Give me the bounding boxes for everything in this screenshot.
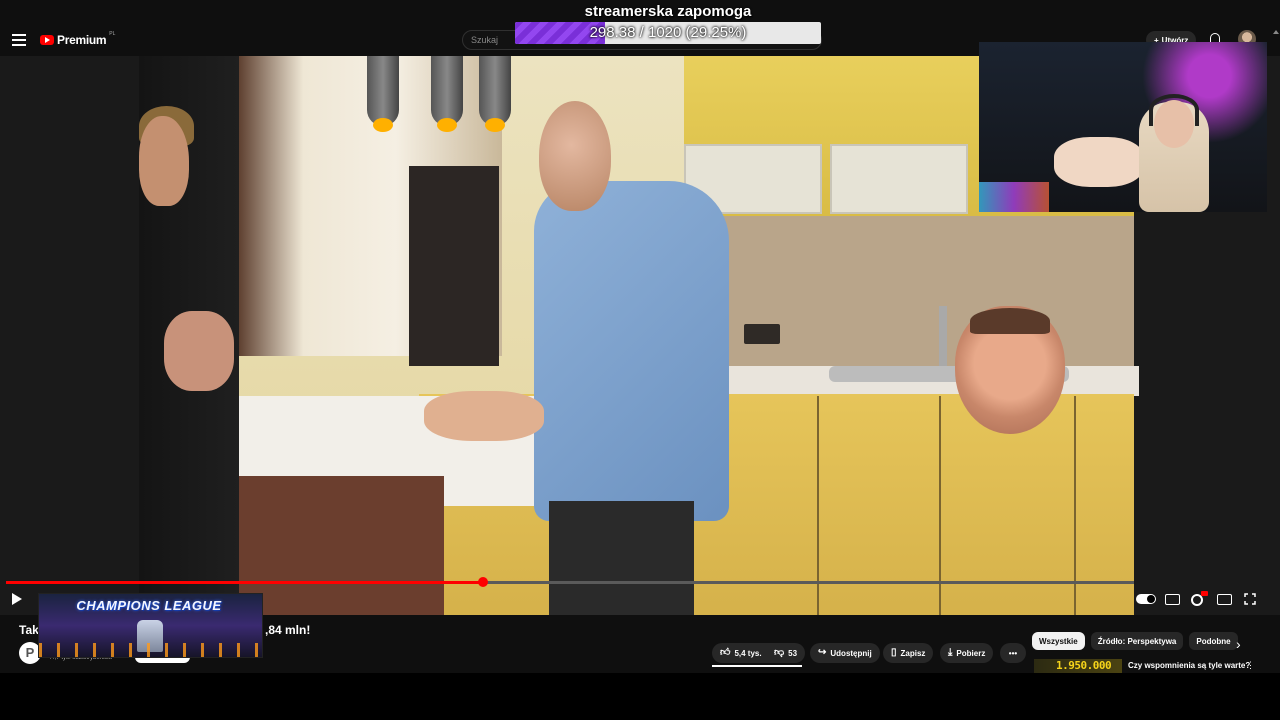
scene-person-head — [539, 101, 611, 211]
scene-lamp — [431, 56, 463, 132]
miniplayer-icon[interactable] — [1217, 594, 1232, 605]
bookmark-icon: ▯ — [891, 647, 897, 658]
recommendation-filter-chips: Wszystkie Źródło: Perspektywa Podobne — [1032, 632, 1238, 650]
scene-person-hands — [424, 391, 544, 441]
donation-progress-bar: 298.38 / 1020 (29.25%) — [515, 22, 821, 44]
scene-person-shirt — [534, 181, 729, 521]
scene-backsplash — [684, 216, 1134, 386]
scene-glass-door — [830, 144, 968, 214]
recommended-video-title[interactable]: Czy wspomnienia są tyle warte? — [1128, 661, 1250, 670]
chip-source[interactable]: Źródło: Perspektywa — [1090, 632, 1184, 650]
dislike-count: 53 — [788, 648, 798, 658]
like-count: 5,4 tys. — [734, 648, 762, 658]
search-placeholder: Szukaj — [471, 35, 499, 45]
chevron-right-icon[interactable]: › — [1236, 636, 1241, 652]
scene-person-left-hands — [164, 311, 234, 391]
hd-badge-icon — [1201, 591, 1208, 596]
share-label: Udostępnij — [830, 648, 872, 658]
bottom-black-area — [0, 673, 1280, 720]
progress-played — [6, 581, 484, 584]
webcam-keyboard — [979, 182, 1049, 212]
scene-person-left-head — [139, 116, 189, 206]
champions-league-thumbnail-overlay: CHAMPIONS LEAGUE — [38, 593, 263, 658]
like-progress-underline — [712, 665, 802, 667]
thumbnail-text: CHAMPIONS LEAGUE — [76, 598, 222, 613]
play-icon[interactable] — [12, 593, 22, 605]
video-progress-bar[interactable] — [6, 577, 1134, 587]
download-button[interactable]: ⤓ Pobierz — [940, 643, 994, 663]
thumbnail-glow — [39, 643, 262, 657]
donation-progress-text: 298.38 / 1020 (29.25%) — [589, 24, 747, 41]
scene-doorway — [409, 166, 499, 366]
save-button[interactable]: ▯ Zapisz — [883, 643, 934, 663]
scene-lamp — [479, 56, 511, 132]
chip-similar[interactable]: Podobne — [1189, 632, 1238, 650]
fullscreen-icon[interactable] — [1244, 593, 1256, 605]
scene-faucet — [939, 306, 947, 366]
autoplay-toggle-icon[interactable] — [1136, 594, 1156, 604]
logo-region: PL — [109, 31, 116, 37]
subtitles-icon[interactable] — [1165, 594, 1180, 605]
scene-lamp — [367, 56, 399, 132]
download-icon: ⤓ — [948, 647, 953, 658]
thumbnail-number: 1.950.000 — [1056, 659, 1112, 672]
recommended-video-thumbnail[interactable]: 1.950.000 — [1034, 659, 1122, 673]
kebab-menu-icon[interactable]: ⋮ — [1246, 660, 1255, 671]
logo-text: Premium — [57, 33, 107, 47]
face-sticker-hair — [970, 308, 1050, 334]
youtube-play-logo-icon — [40, 35, 54, 45]
youtube-premium-logo[interactable]: Premium PL — [40, 31, 116, 47]
streamer-webcam — [979, 42, 1267, 212]
save-label: Zapisz — [900, 648, 926, 658]
video-title-end: ,84 mln! — [265, 623, 311, 637]
download-label: Pobierz — [956, 648, 986, 658]
chip-all[interactable]: Wszystkie — [1032, 632, 1085, 650]
more-dots-icon: ••• — [1008, 648, 1018, 658]
share-button[interactable]: ↪ Udostępnij — [810, 643, 880, 663]
headset-icon — [1149, 94, 1199, 126]
youtube-page: Premium PL Szukaj + Utwórz streamerska z… — [0, 0, 1280, 720]
scene-socket — [744, 324, 780, 344]
webcam-legs — [1054, 137, 1144, 187]
donation-goal-title: streamerska zapomoga — [584, 3, 752, 20]
like-button[interactable]: 👍︎ 5,4 tys. — [712, 643, 770, 663]
more-actions-button[interactable]: ••• — [1000, 643, 1026, 663]
thumbs-up-icon: 👍︎ — [720, 647, 731, 658]
share-arrow-icon: ↪ — [818, 647, 827, 658]
dislike-button[interactable]: 👎︎ 53 — [766, 643, 806, 663]
video-title-start: Tak — [19, 623, 39, 637]
hamburger-menu-icon[interactable] — [12, 34, 26, 46]
scene-person-pants — [549, 501, 694, 615]
thumbs-down-icon: 👎︎ — [774, 647, 785, 658]
